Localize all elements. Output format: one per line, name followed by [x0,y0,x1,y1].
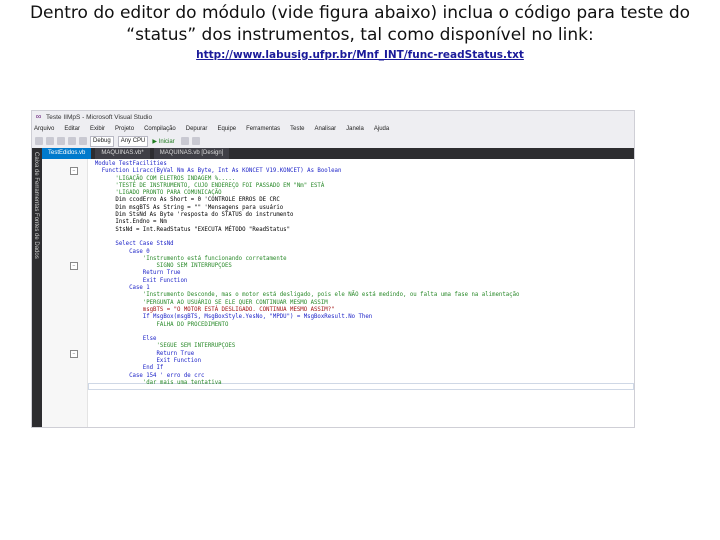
code-line: msgBTS = "O MOTOR ESTÁ DESLIGADO. CONTIN… [88,306,335,313]
collapse-icon[interactable]: − [70,167,78,175]
code-line: Dim msgBTS As String = "" 'Mensagens par… [88,204,284,211]
code-text[interactable]: Module TestFacilities Function Liracc(By… [88,161,634,427]
toolbar-tool-icon[interactable] [191,137,200,145]
menu-item[interactable]: Editar [64,126,80,132]
code-line: 'dar mais uma tentativa [88,379,222,386]
code-line: Inst.Endno = Nm [88,219,167,226]
document-tab[interactable]: MAQUINAS.vb [Design] [153,148,230,159]
collapse-icon[interactable]: − [70,262,78,270]
heading-line-2: “status” dos instrumentos, tal como disp… [126,25,594,45]
save-icon[interactable] [68,137,76,145]
code-line: End If [88,365,164,372]
forward-icon[interactable] [46,137,54,145]
menu-item[interactable]: Teste [290,126,304,132]
code-line: Case 154 ' erro de crc [88,372,205,379]
code-line: Module TestFacilities [88,161,167,167]
back-icon[interactable] [35,137,43,145]
menu-item[interactable]: Ferramentas [246,126,280,132]
document-tabs: TestEdidos.vb MAQUINAS.vb* MAQUINAS.vb [De… [42,148,634,159]
code-line: Return True [88,270,181,277]
side-panel-strip[interactable]: Caixa de Ferramentas Fontes de Dados [32,148,42,427]
toolbox-label: Caixa de Ferramentas Fontes de Dados [33,152,39,259]
code-line: Else [88,336,157,343]
window-title: Teste IIMpS - Microsoft Visual Studio [46,113,153,121]
document-tab[interactable]: TestEdidos.vb [42,148,92,159]
slide-heading: Dentro do editor do módulo (vide figura … [0,2,720,46]
status-code-link[interactable]: http://www.labusig.ufpr.br/Mnf_INT/func-… [0,49,720,61]
start-button[interactable]: ▶ Iniciar [152,138,174,145]
window-titlebar: ∞ Teste IIMpS - Microsoft Visual Studio [32,111,634,123]
code-line: 'Instrumento está funcionando corretamen… [88,255,287,262]
document-tab[interactable]: MAQUINAS.vb* [95,148,150,159]
code-line: 'LIGAÇÃO COM ELETROS INDAGEM %..... [88,175,236,182]
code-line: StsNd = Int.ReadStatus "EXECUTA MÉTODO "… [88,226,291,233]
menu-item[interactable]: Ajuda [374,126,389,132]
code-line: Case 0 [88,248,150,255]
menu-item[interactable]: Projeto [115,126,134,132]
code-line: 'Instrumento Desconde, mas o motor está … [88,292,520,299]
code-line: Select Case StsNd [88,241,174,248]
menu-item[interactable]: Janela [346,126,364,132]
menu-bar: Arquivo Editar Exibir Projeto Compilação Depu… [32,123,634,134]
code-line: Exit Function [88,358,201,365]
code-editor[interactable]: − − − Module TestFacilities Function Lir… [42,159,634,427]
undo-icon[interactable] [79,137,87,145]
menu-item[interactable]: Analisar [314,126,336,132]
code-line: 'SEGUE SEM INTERRUPÇOES [88,343,236,350]
code-line: Exit Function [88,277,188,284]
code-line: SIGNO SEM INTERRUPÇOES [88,263,232,270]
visual-studio-logo-icon: ∞ [35,112,42,121]
visual-studio-window: ∞ Teste IIMpS - Microsoft Visual Studio … [31,110,635,428]
menu-item[interactable]: Exibir [90,126,105,132]
code-line: 'PERGUNTA AO USUÁRIO SE ELE QUER CONTINU… [88,299,328,306]
new-file-icon[interactable] [57,137,65,145]
menu-item[interactable]: Equipe [217,126,236,132]
code-line: FALHA DO PROCEDIMENTO [88,321,229,328]
code-line: 'LIGADO PRONTO PARA COMUNICAÇÃO [88,190,222,197]
code-line: Dim ccodErro As Short = 0 'CONTROLE ERRO… [88,197,280,204]
menu-item[interactable]: Depurar [186,126,208,132]
toolbar: Debug Any CPU ▶ Iniciar [32,134,634,149]
code-line: Return True [88,350,195,357]
collapse-icon[interactable]: − [70,350,78,358]
code-line: Function Liracc(ByVal Nm As Byte, Int As… [88,168,342,175]
platform-select[interactable]: Any CPU [117,135,149,147]
config-select[interactable]: Debug [90,135,114,147]
code-line: Dim StsNd As Byte 'resposta do STATUS do… [88,212,294,219]
toolbar-tool-icon[interactable] [180,137,189,145]
menu-item[interactable]: Arquivo [34,126,54,132]
editor-gutter: − − − [42,159,88,427]
code-line: If MsgBox(msgBTS, MsgBoxStyle.YesNo, "MP… [88,314,373,321]
heading-line-1: Dentro do editor do módulo (vide figura … [29,3,691,23]
menu-item[interactable]: Compilação [144,126,176,132]
